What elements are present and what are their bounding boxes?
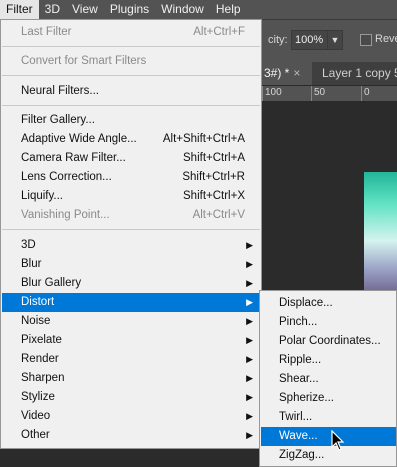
menu-window[interactable]: Window <box>155 0 210 19</box>
submenu-arrow-icon: ▶ <box>246 430 253 440</box>
menu-item-blur[interactable]: Blur ▶ <box>2 255 260 274</box>
submenu-arrow-icon: ▶ <box>246 392 253 402</box>
menu-item-3d[interactable]: 3D ▶ <box>2 236 260 255</box>
menu-item-label: Noise <box>21 315 51 327</box>
submenu-arrow-icon: ▶ <box>246 240 253 250</box>
menu-item-neural-filters[interactable]: Neural Filters... <box>2 82 260 101</box>
menu-item-label: Stylize <box>21 391 55 403</box>
menu-item-label: Vanishing Point... <box>21 209 110 221</box>
submenu-item-shear[interactable]: Shear... <box>261 370 396 389</box>
menu-item-vanishing-point[interactable]: Vanishing Point... Alt+Ctrl+V <box>2 206 260 225</box>
submenu-arrow-icon: ▶ <box>246 278 253 288</box>
ruler-label: 50 <box>314 87 326 98</box>
filter-menu: Last Filter Alt+Ctrl+F Convert for Smart… <box>0 19 262 449</box>
submenu-item-zigzag[interactable]: ZigZag... <box>261 446 396 465</box>
submenu-arrow-icon: ▶ <box>246 316 253 326</box>
shortcut-label: Shift+Ctrl+A <box>183 152 245 164</box>
submenu-arrow-icon: ▶ <box>246 335 253 345</box>
menu-item-label: Pixelate <box>21 334 62 346</box>
tab-label: 3#) * <box>264 66 290 80</box>
submenu-item-polar-coordinates[interactable]: Polar Coordinates... <box>261 332 396 351</box>
submenu-arrow-icon: ▶ <box>246 354 253 364</box>
menu-item-label: 3D <box>21 239 36 251</box>
tab-label: Layer 1 copy 5 <box>322 66 397 80</box>
menu-item-camera-raw-filter[interactable]: Camera Raw Filter... Shift+Ctrl+A <box>2 149 260 168</box>
menu-item-label: Lens Correction... <box>21 171 112 183</box>
ruler-tick <box>361 86 362 101</box>
horizontal-ruler: 100 50 0 <box>262 86 397 102</box>
menu-item-label: Blur Gallery <box>21 277 82 289</box>
ruler-tick <box>311 86 312 101</box>
menu-item-distort[interactable]: Distort ▶ <box>2 293 260 312</box>
menu-item-noise[interactable]: Noise ▶ <box>2 312 260 331</box>
menu-separator <box>2 229 260 230</box>
canvas-image <box>364 172 397 297</box>
menu-plugins[interactable]: Plugins <box>104 0 155 19</box>
menu-item-other[interactable]: Other ▶ <box>2 426 260 445</box>
shortcut-label: Alt+Shift+Ctrl+A <box>162 133 245 145</box>
menu-item-label: Last Filter <box>21 26 72 38</box>
menu-item-sharpen[interactable]: Sharpen ▶ <box>2 369 260 388</box>
menu-separator <box>2 75 260 76</box>
shortcut-label: Alt+Ctrl+F <box>193 26 245 38</box>
submenu-item-displace[interactable]: Displace... <box>261 294 396 313</box>
submenu-arrow-icon: ▶ <box>246 297 253 307</box>
menu-item-label: Other <box>21 429 50 441</box>
menu-bar: Filter 3D View Plugins Window Help <box>0 0 397 19</box>
chevron-down-icon[interactable]: ▼ <box>327 30 343 50</box>
tab-active-document[interactable]: 3#) * × <box>262 62 312 85</box>
menu-separator <box>2 46 260 47</box>
menu-item-label: Blur <box>21 258 42 270</box>
menu-item-render[interactable]: Render ▶ <box>2 350 260 369</box>
menu-item-label: Video <box>21 410 51 422</box>
menu-item-stylize[interactable]: Stylize ▶ <box>2 388 260 407</box>
menu-item-video[interactable]: Video ▶ <box>2 407 260 426</box>
menu-3d[interactable]: 3D <box>39 0 66 19</box>
opacity-label: city: <box>268 34 288 46</box>
submenu-item-twirl[interactable]: Twirl... <box>261 408 396 427</box>
menu-item-label: Sharpen <box>21 372 65 384</box>
submenu-arrow-icon: ▶ <box>246 411 253 421</box>
menu-item-convert-smart-filters[interactable]: Convert for Smart Filters <box>2 52 260 71</box>
shortcut-label: Shift+Ctrl+X <box>183 190 245 202</box>
menu-help[interactable]: Help <box>210 0 247 19</box>
reverse-label: Reve <box>375 33 397 45</box>
shortcut-label: Alt+Ctrl+V <box>192 209 245 221</box>
shortcut-label: Shift+Ctrl+R <box>182 171 245 183</box>
menu-view[interactable]: View <box>66 0 104 19</box>
submenu-item-pinch[interactable]: Pinch... <box>261 313 396 332</box>
submenu-arrow-icon: ▶ <box>246 373 253 383</box>
ruler-label: 100 <box>265 87 282 98</box>
menu-item-blur-gallery[interactable]: Blur Gallery ▶ <box>2 274 260 293</box>
distort-submenu: Displace... Pinch... Polar Coordinates..… <box>259 290 397 467</box>
menu-separator <box>2 105 260 106</box>
menu-filter[interactable]: Filter <box>0 0 39 19</box>
menu-item-pixelate[interactable]: Pixelate ▶ <box>2 331 260 350</box>
menu-item-adaptive-wide-angle[interactable]: Adaptive Wide Angle... Alt+Shift+Ctrl+A <box>2 130 260 149</box>
menu-item-label: Camera Raw Filter... <box>21 152 126 164</box>
menu-item-filter-gallery[interactable]: Filter Gallery... <box>2 111 260 130</box>
menu-item-label: Distort <box>21 296 55 308</box>
opacity-input[interactable]: 100% <box>291 30 328 50</box>
menu-item-label: Adaptive Wide Angle... <box>21 133 137 145</box>
submenu-item-ripple[interactable]: Ripple... <box>261 351 396 370</box>
menu-item-liquify[interactable]: Liquify... Shift+Ctrl+X <box>2 187 260 206</box>
menu-item-label: Filter Gallery... <box>21 114 95 126</box>
ruler-label: 0 <box>364 87 370 98</box>
menu-item-last-filter[interactable]: Last Filter Alt+Ctrl+F <box>2 23 260 42</box>
tab-layer-copy[interactable]: Layer 1 copy 5 <box>312 62 397 85</box>
submenu-item-spherize[interactable]: Spherize... <box>261 389 396 408</box>
menu-item-label: Render <box>21 353 59 365</box>
arrow-cursor-icon <box>331 430 345 451</box>
close-icon[interactable]: × <box>293 66 300 80</box>
menu-item-lens-correction[interactable]: Lens Correction... Shift+Ctrl+R <box>2 168 260 187</box>
ruler-tick <box>262 86 263 101</box>
menu-item-label: Liquify... <box>21 190 63 202</box>
submenu-item-wave[interactable]: Wave... <box>261 427 396 446</box>
submenu-arrow-icon: ▶ <box>246 259 253 269</box>
reverse-checkbox[interactable] <box>360 34 372 46</box>
